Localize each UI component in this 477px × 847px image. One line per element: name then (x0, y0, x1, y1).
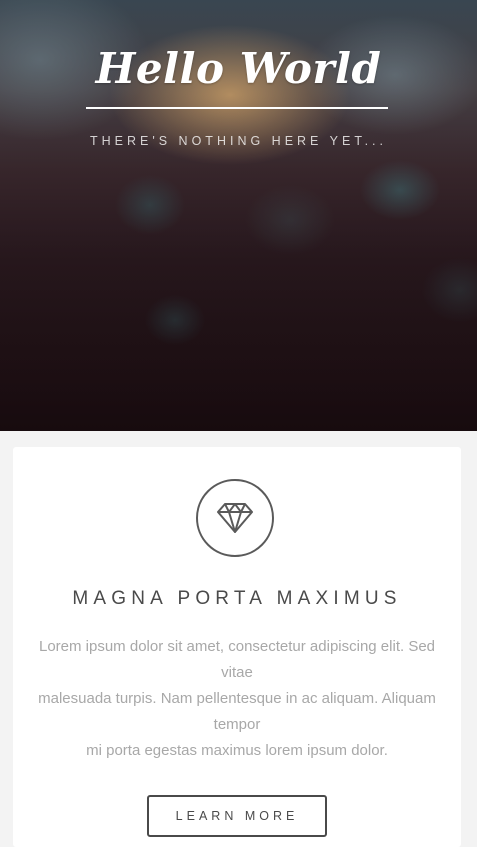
hero-banner: Hello World THERE'S NOTHING HERE YET... (0, 0, 477, 431)
feature-description-line: Lorem ipsum dolor sit amet, consectetur … (38, 638, 436, 655)
learn-more-button[interactable]: LEARN MORE (147, 795, 327, 837)
feature-title: MAGNA PORTA MAXIMUS (72, 588, 402, 609)
diamond-icon-glyph (217, 503, 253, 533)
feature-description-line: malesuada turpis. Nam pellentesque in ac… (38, 690, 436, 707)
diamond-icon (196, 479, 274, 557)
feature-description-line: tempor (213, 716, 261, 733)
feature-card: MAGNA PORTA MAXIMUS Lorem ipsum dolor si… (13, 447, 461, 847)
feature-description-line: vitae (221, 664, 253, 681)
feature-description: Lorem ipsum dolor sit amet, consectetur … (37, 634, 437, 764)
hero-title: Hello World (95, 44, 382, 93)
hero-tagline: THERE'S NOTHING HERE YET... (90, 134, 387, 148)
hero-divider (86, 107, 388, 109)
feature-description-line: mi porta egestas maximus lorem ipsum dol… (86, 742, 388, 759)
